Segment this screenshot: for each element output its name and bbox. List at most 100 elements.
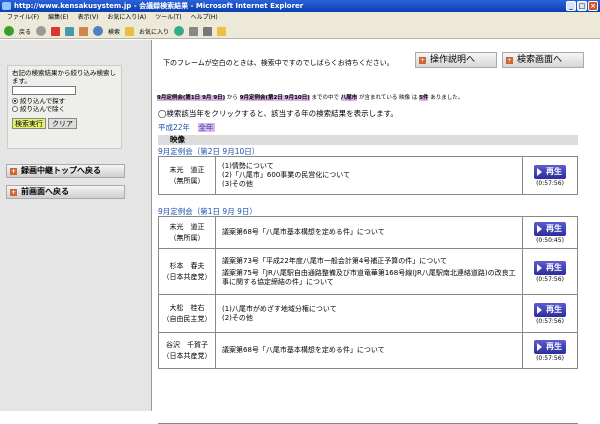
table-row: 末光 道正 （無所属） (1)情勢について (2)「八尾市」600事業の民営化につ…	[158, 156, 578, 195]
folder-icon[interactable]	[217, 26, 227, 36]
speaker-party: （日本共産党）	[162, 351, 212, 360]
refine-search-input[interactable]	[12, 86, 76, 95]
ie-icon	[2, 2, 11, 10]
toolbar: 戻る 検索 お気に入り	[0, 24, 600, 39]
stop-icon[interactable]	[51, 26, 61, 36]
home-icon[interactable]	[79, 26, 89, 36]
search-conditions: 9月定例会(第1日 9月 9日) から 9月定例会(第2日 9月10日) までの…	[157, 93, 463, 101]
radio-exclude[interactable]: 絞り込んで除く	[12, 105, 117, 113]
cond-word2: までの中で	[311, 95, 340, 101]
back-to-top-label: 録画中継トップへ戻る	[21, 166, 101, 175]
back-to-top-button[interactable]: + 録画中継トップへ戻る	[6, 164, 125, 178]
menu-edit[interactable]: 編集(E)	[48, 12, 68, 24]
window-title: http://www.kensakusystem.jp - 会議録検索結果 - …	[14, 2, 304, 10]
cond-from: 9月定例会(第1日 9月 9日)	[157, 95, 226, 101]
year-link-h22[interactable]: 平成22年	[158, 123, 190, 132]
cond-to: 9月定例会(第2日 9月10日)	[239, 95, 310, 101]
prev-screen-label: 前画面へ戻る	[21, 187, 69, 196]
favorites-label[interactable]: お気に入り	[139, 27, 169, 36]
play-button[interactable]: 再生	[534, 260, 566, 275]
cond-keyword: 八尾市	[340, 95, 358, 101]
refine-instruction: 右記の検索結果から絞り込み検索します。	[12, 69, 116, 85]
cond-word3: が含まれている 映像 は	[359, 95, 418, 101]
search-label[interactable]: 検索	[108, 27, 120, 36]
help-button[interactable]: + 操作説明へ	[415, 52, 497, 68]
search-icon[interactable]	[93, 26, 104, 36]
topic-line: 議案第68号「八尾市基本構想を定める件」について	[222, 228, 385, 236]
radio-exclude-dot[interactable]	[12, 106, 18, 112]
plus-icon: +	[419, 57, 426, 64]
year-links: 平成22年 全年	[158, 122, 215, 133]
speaker-cell: 末光 道正 （無所属）	[158, 156, 216, 195]
speaker-name: 大松 桂右	[169, 303, 205, 312]
print-icon[interactable]	[203, 26, 213, 36]
plus-icon: +	[10, 189, 17, 196]
window-title-bar: http://www.kensakusystem.jp - 会議録検索結果 - …	[0, 0, 600, 12]
speaker-party: （自由民主党）	[162, 314, 212, 323]
topic-line: (3)その他	[222, 180, 253, 188]
back-arrow-icon[interactable]	[4, 26, 14, 36]
table-row: 杉本 春夫 （日本共産党） 議案第73号「平成22年度八尾市一般会計第4号補正予算…	[158, 248, 578, 295]
speaker-cell: 大松 桂右 （自由民主党）	[158, 294, 216, 333]
speaker-party: （無所属）	[169, 176, 205, 185]
topic-cell: 議案第68号「八尾市基本構想を定める件」について	[215, 332, 523, 369]
speaker-name: 杉本 春夫	[169, 261, 205, 270]
topic-cell: 議案第68号「八尾市基本構想を定める件」について	[215, 216, 523, 249]
speaker-party: （無所属）	[169, 233, 205, 242]
favorites-icon[interactable]	[125, 26, 135, 36]
radio-include-dot[interactable]	[12, 98, 18, 104]
play-button[interactable]: 再生	[534, 221, 566, 236]
plus-icon: +	[506, 57, 513, 64]
menu-help[interactable]: ヘルプ(H)	[191, 12, 218, 24]
year-link-all[interactable]: 全年	[197, 123, 215, 132]
radio-include-label: 絞り込んで探す	[20, 97, 66, 105]
topic-line: (1)情勢について	[222, 162, 274, 170]
mail-icon[interactable]	[189, 26, 199, 36]
topic-cell: (1)八尾市がめざす地域分権について (2)その他	[215, 294, 523, 333]
frame-note: 下のフレームが空白のときは、検索中ですのでしばらくお待ちください。	[163, 59, 394, 67]
topic-line: 議案第73号「平成22年度八尾市一般会計第4号補正予算の件」について	[222, 256, 448, 265]
search-screen-button[interactable]: + 検索画面へ	[502, 52, 584, 68]
maximize-button[interactable]: □	[577, 1, 587, 11]
cond-count: 5件	[419, 95, 429, 101]
play-cell: 再生 (0:57:56)	[522, 248, 578, 295]
play-button[interactable]: 再生	[534, 339, 566, 354]
play-cell: 再生 (0:57:56)	[522, 156, 578, 195]
menu-tools[interactable]: ツール(T)	[155, 12, 181, 24]
topic-cell: 議案第73号「平成22年度八尾市一般会計第4号補正予算の件」について 議案第75号…	[215, 248, 523, 295]
history-icon[interactable]	[174, 26, 185, 36]
refine-search-box: 右記の検索結果から絞り込み検索します。 絞り込んで探す 絞り込んで除く 検索実行…	[7, 65, 122, 149]
radio-include[interactable]: 絞り込んで探す	[12, 97, 117, 105]
close-button[interactable]: ×	[588, 1, 598, 11]
topic-line: (1)八尾市がめざす地域分権について	[222, 304, 337, 313]
menu-bar: ファイル(F) 編集(E) 表示(V) お気に入り(A) ツール(T) ヘルプ(…	[0, 12, 600, 24]
play-button[interactable]: 再生	[534, 302, 566, 317]
cond-word4: ありました。	[430, 95, 464, 101]
forward-arrow-icon[interactable]	[36, 26, 47, 36]
duration: (0:57:56)	[536, 275, 564, 283]
speaker-party: （日本共産党）	[162, 272, 212, 281]
duration: (0:57:56)	[536, 317, 564, 325]
left-frame: 右記の検索結果から絞り込み検索します。 絞り込んで探す 絞り込んで除く 検索実行…	[0, 40, 152, 411]
prev-screen-button[interactable]: + 前画面へ戻る	[6, 185, 125, 199]
play-cell: 再生 (0:50:45)	[522, 216, 578, 249]
menu-favorites[interactable]: お気に入り(A)	[107, 12, 146, 24]
topic-cell: (1)情勢について (2)「八尾市」600事業の民営化について (3)その他	[215, 156, 523, 195]
topic-line: (2)その他	[222, 313, 253, 322]
plus-icon: +	[10, 168, 17, 175]
refresh-icon[interactable]	[65, 26, 75, 36]
play-button[interactable]: 再生	[534, 164, 566, 179]
menu-view[interactable]: 表示(V)	[78, 12, 99, 24]
year-note: ◯検索該当年をクリックすると、該当する年の検索結果を表示します。	[158, 109, 398, 118]
menu-file[interactable]: ファイル(F)	[7, 12, 39, 24]
search-screen-label: 検索画面へ	[517, 55, 563, 65]
table-row: 末光 道正 （無所属） 議案第68号「八尾市基本構想を定める件」について 再生 (0…	[158, 216, 578, 249]
results-table-1: 末光 道正 （無所属） (1)情勢について (2)「八尾市」600事業の民営化につ…	[158, 156, 578, 195]
speaker-name: 末光 道正	[169, 165, 205, 174]
speaker-name: 谷沢 千賀子	[166, 340, 208, 349]
clear-button[interactable]: クリア	[48, 118, 77, 129]
minimize-button[interactable]: _	[566, 1, 576, 11]
duration: (0:57:56)	[536, 179, 564, 187]
back-label[interactable]: 戻る	[19, 27, 31, 36]
search-execute-button[interactable]: 検索実行	[12, 118, 46, 129]
